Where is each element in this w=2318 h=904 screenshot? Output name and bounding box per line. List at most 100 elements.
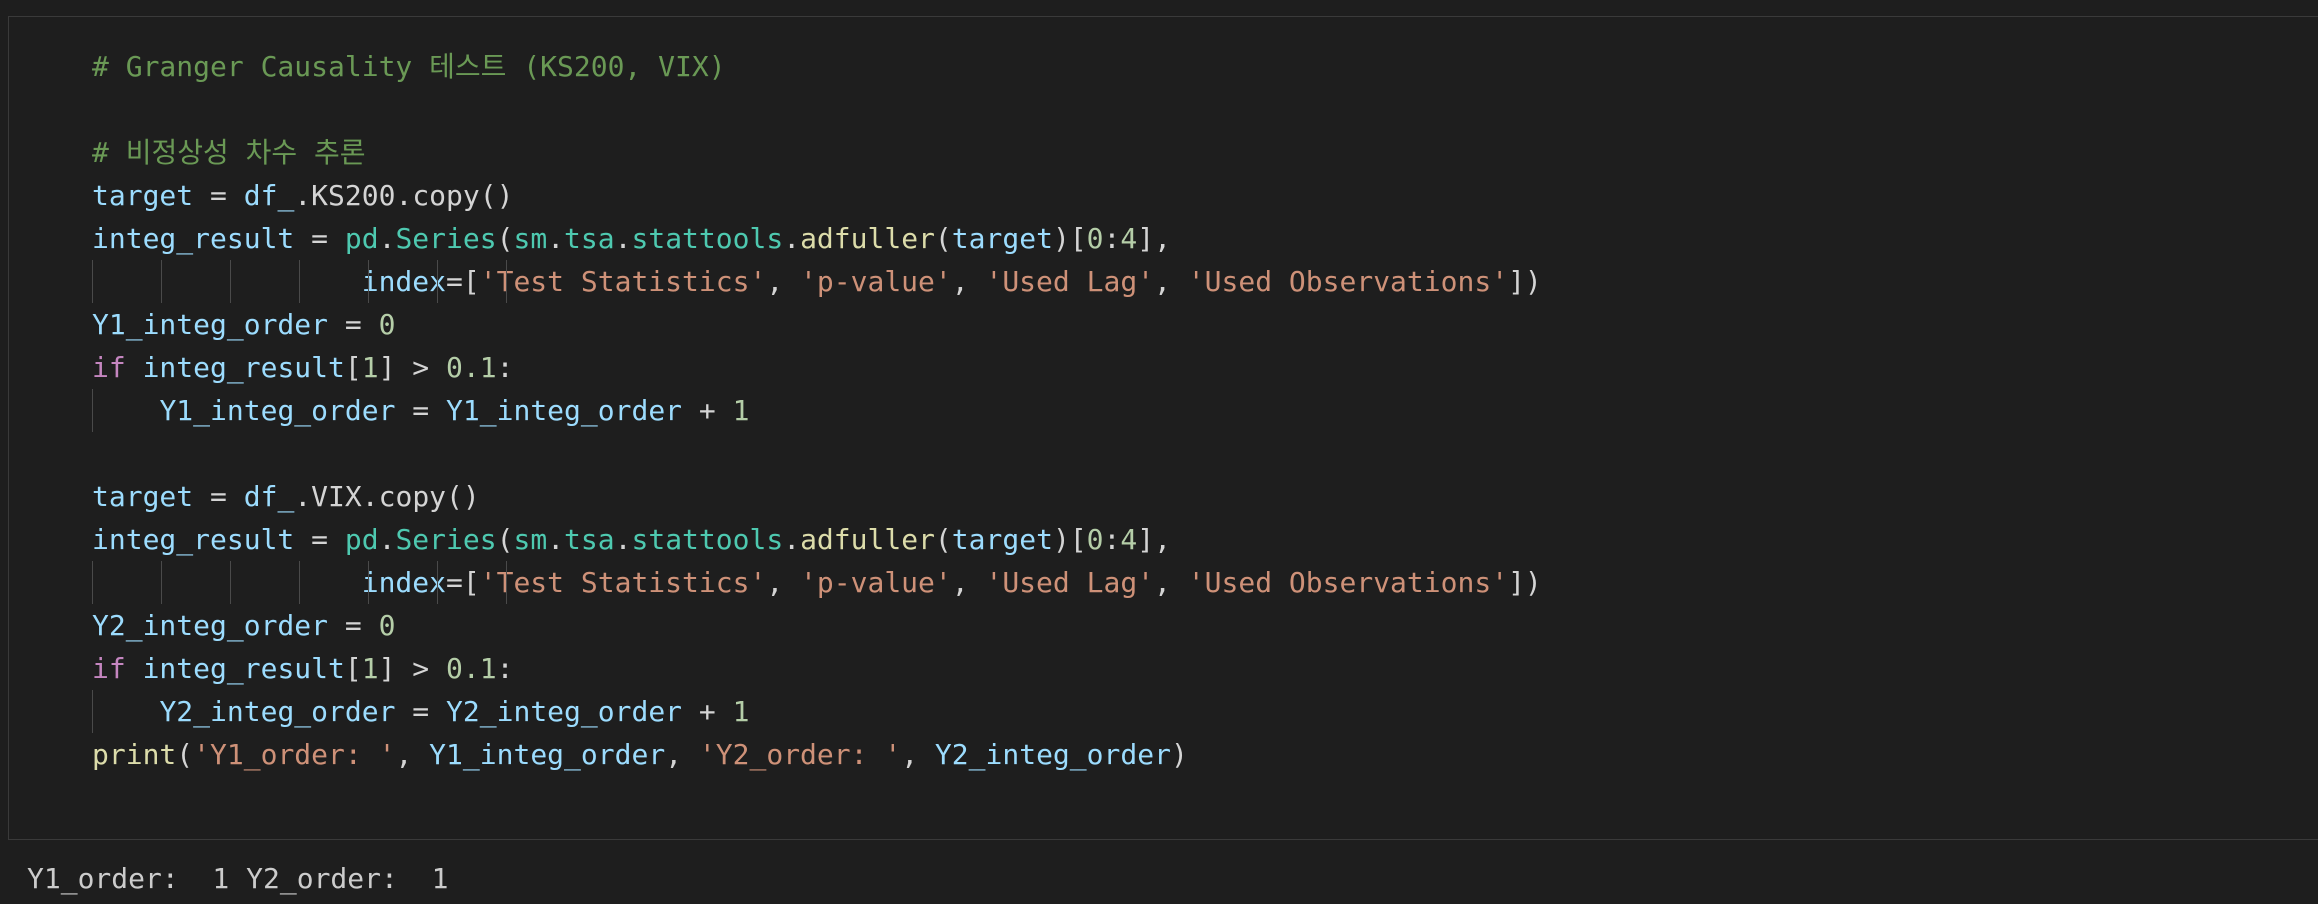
indent-guide: [368, 561, 369, 604]
code-token: =: [193, 480, 244, 513]
code-token: )[: [1052, 222, 1087, 255]
code-token: if: [92, 351, 126, 384]
code-token: df_: [243, 480, 295, 513]
code-token: +: [682, 695, 733, 728]
code-token: 'Used Observations': [1187, 566, 1509, 599]
code-token: =: [294, 523, 345, 556]
code-token: [: [344, 652, 362, 685]
code-token: :: [496, 351, 514, 384]
code-editor[interactable]: # Granger Causality 테스트 (KS200, VIX) # 비…: [92, 45, 1542, 776]
indent-guide: [299, 260, 300, 303]
code-token: ],: [1137, 222, 1171, 255]
code-token: integ_result: [92, 222, 295, 255]
indent-guide: [506, 260, 507, 303]
code-token: =: [395, 394, 447, 427]
code-token: :: [496, 652, 514, 685]
code-token: index: [361, 566, 447, 599]
code-token: 'p-value': [800, 265, 952, 298]
code-token: .: [614, 523, 632, 556]
code-token: 4: [1120, 523, 1138, 556]
code-token: (: [496, 523, 514, 556]
code-token: =: [328, 609, 379, 642]
code-token: ]): [1508, 566, 1542, 599]
code-token: target: [951, 523, 1053, 556]
code-token: =: [328, 308, 379, 341]
code-token: :: [1103, 222, 1121, 255]
code-token: # 비정상성 차수 추론: [92, 136, 366, 169]
code-line: integ_result = pd.Series(sm.tsa.stattool…: [92, 217, 1542, 260]
code-token: .: [547, 222, 565, 255]
cell-output: Y1_order: 1 Y2_order: 1: [27, 862, 449, 895]
code-token: target: [951, 222, 1053, 255]
code-token: ,: [951, 265, 986, 298]
code-token: =: [395, 695, 447, 728]
code-token: (: [934, 523, 952, 556]
code-token: pd: [344, 222, 379, 255]
code-token: Series: [395, 523, 497, 556]
code-token: .: [378, 222, 396, 255]
code-token: 0: [378, 609, 396, 642]
code-token: 0: [1086, 523, 1104, 556]
code-token: tsa: [564, 523, 615, 556]
code-token: :: [1103, 523, 1121, 556]
code-token: sm: [513, 523, 548, 556]
code-token: pd: [344, 523, 379, 556]
code-line: if integ_result[1] > 0.1:: [92, 647, 1542, 690]
code-token: [: [344, 351, 362, 384]
code-token: ,: [766, 566, 801, 599]
code-token: 0: [378, 308, 396, 341]
code-token: (: [934, 222, 952, 255]
code-line: target = df_.KS200.copy(): [92, 174, 1542, 217]
code-token: Series: [395, 222, 497, 255]
code-token: adfuller: [800, 222, 935, 255]
code-line: print('Y1_order: ', Y1_integ_order, 'Y2_…: [92, 733, 1542, 776]
code-token: 4: [1120, 222, 1138, 255]
indent-guide: [368, 260, 369, 303]
code-token: print: [92, 738, 177, 771]
code-token: .: [378, 523, 396, 556]
code-cell[interactable]: # Granger Causality 테스트 (KS200, VIX) # 비…: [8, 16, 2318, 840]
code-line: Y1_integ_order = 0: [92, 303, 1542, 346]
code-token: =: [446, 566, 463, 599]
code-line: Y1_integ_order = Y1_integ_order + 1: [92, 389, 1542, 432]
code-token: Y2_integ_order: [159, 695, 396, 728]
code-token: 1: [361, 351, 379, 384]
indent-guide: [437, 561, 438, 604]
indent-guide: [92, 389, 93, 432]
code-token: Y1_integ_order: [446, 394, 683, 427]
code-token: Y2_integ_order: [934, 738, 1171, 771]
code-line: # 비정상성 차수 추론: [92, 131, 1542, 174]
indent-guide: [230, 561, 231, 604]
code-token: adfuller: [800, 523, 935, 556]
code-token: ,: [1154, 566, 1188, 599]
code-token: Y2_integ_order: [92, 609, 329, 642]
code-token: .: [783, 222, 801, 255]
top-strip: [0, 0, 2318, 16]
code-token: stattools: [631, 222, 784, 255]
code-token: tsa: [564, 222, 615, 255]
code-token: 0: [1086, 222, 1104, 255]
code-token: target: [92, 179, 194, 212]
code-token: 'Test Statistics': [479, 566, 767, 599]
code-token: 'Y2_order: ': [698, 738, 902, 771]
code-token: =: [446, 265, 463, 298]
code-token: 0.1: [446, 652, 497, 685]
code-token: 'Used Lag': [985, 566, 1155, 599]
code-line: if integ_result[1] > 0.1:: [92, 346, 1542, 389]
code-token: ,: [1154, 265, 1188, 298]
code-token: [: [462, 566, 480, 599]
code-token: 'p-value': [800, 566, 952, 599]
indent-guide: [230, 260, 231, 303]
code-token: sm: [513, 222, 548, 255]
code-token: integ_result: [142, 351, 345, 384]
code-token: integ_result: [92, 523, 295, 556]
code-line: # Granger Causality 테스트 (KS200, VIX): [92, 45, 1542, 88]
code-token: =: [193, 179, 244, 212]
indent-guide: [161, 260, 162, 303]
